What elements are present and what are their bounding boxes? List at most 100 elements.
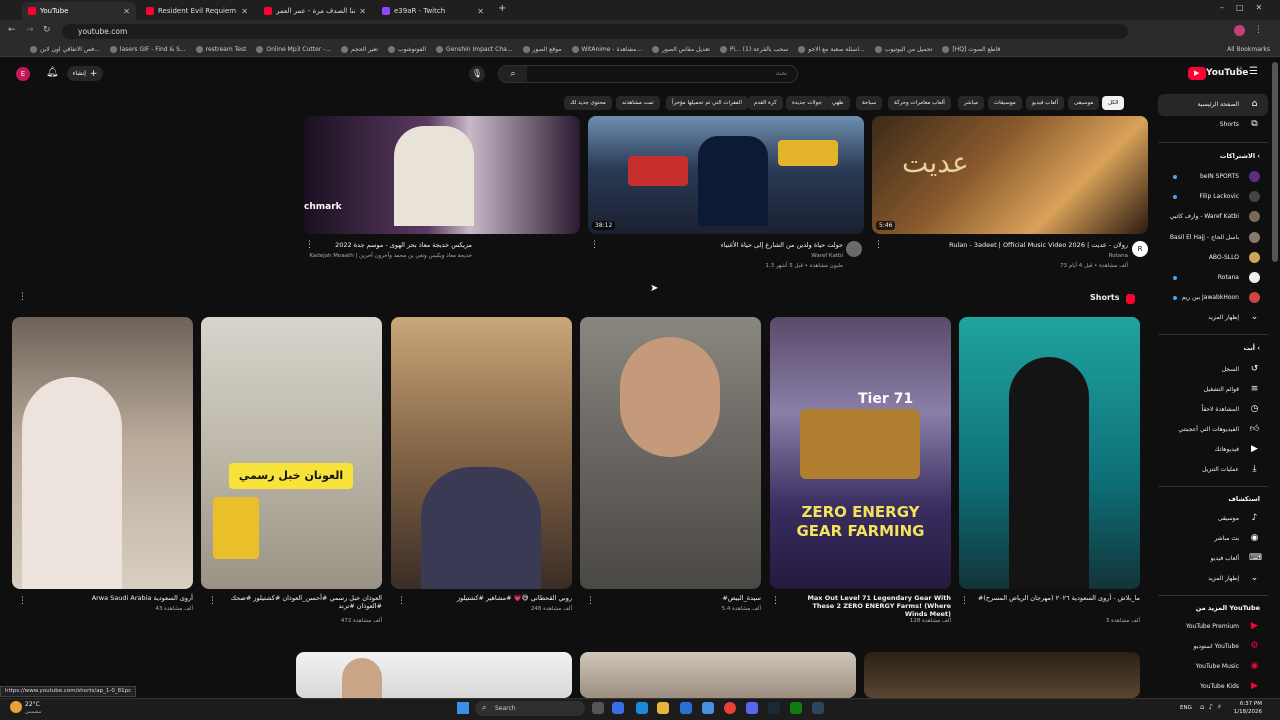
sidebar-item-music[interactable]: موسيقى ♪ bbox=[1218, 513, 1260, 524]
all-bookmarks[interactable]: All Bookmarks bbox=[1227, 46, 1280, 53]
bookmark-item[interactable]: تعديل مقاس الصور bbox=[652, 45, 710, 53]
tab-omar[interactable]: تجمعنا الصدف مرة - عمر العمر✕ bbox=[258, 2, 372, 20]
sidebar-item-playlists[interactable]: قوائم التشغيل ≡ bbox=[1204, 384, 1260, 395]
chip[interactable]: الفقرات التي تم تحميلها مؤخراً bbox=[666, 96, 748, 110]
copilot-icon[interactable] bbox=[612, 702, 624, 714]
chip[interactable]: جولات جديدة bbox=[786, 96, 828, 110]
sidebar-item-gaming[interactable]: ألعاب فيديو ⌨ bbox=[1211, 553, 1262, 564]
shorts-more-icon[interactable]: ⋮ bbox=[18, 292, 27, 302]
short-thumbnail[interactable]: Tier 71 ZERO ENERGY GEAR FARMING bbox=[770, 317, 951, 589]
task-view-icon[interactable] bbox=[592, 702, 604, 714]
bookmark-item[interactable]: Online Mp3 Cutter -... bbox=[256, 45, 331, 53]
window-controls[interactable]: –□✕ bbox=[1220, 3, 1274, 12]
chip[interactable]: طهي bbox=[826, 96, 850, 110]
bookmark-item[interactable]: موقع الصور bbox=[522, 45, 562, 53]
voice-search-icon[interactable]: 🎙︎ bbox=[469, 66, 485, 82]
sidebar-item-shorts[interactable]: Shorts ⧉ bbox=[1220, 119, 1260, 130]
sidebar-sub-item[interactable]: وارف كاتبي - Waref Katbi bbox=[1170, 211, 1260, 222]
short-title[interactable]: روبي القحطاني 😅💗 #مشاهير #كشتيلوز bbox=[457, 594, 572, 602]
profile-avatar[interactable] bbox=[1234, 25, 1245, 36]
clock-time[interactable]: 6:37 PM bbox=[1232, 701, 1262, 707]
sidebar-sub-item[interactable]: Filip Lackovic bbox=[1200, 191, 1260, 202]
back-icon[interactable]: ← bbox=[8, 25, 16, 35]
short-title[interactable]: Arwa Saudi Arabia أروى السعودية bbox=[92, 594, 193, 602]
you-heading[interactable]: أنت ‹ bbox=[1243, 344, 1260, 352]
search-box[interactable]: ⌕ بحث bbox=[498, 65, 798, 83]
account-avatar[interactable]: E bbox=[16, 67, 30, 81]
more-options-icon[interactable]: ⋮ bbox=[771, 596, 780, 606]
taskbar-search[interactable]: ⌕ Search bbox=[475, 701, 585, 716]
video-title[interactable]: Rulan - 3adeet | Official Music Video 20… bbox=[949, 241, 1128, 249]
close-tab-icon[interactable]: ✕ bbox=[477, 7, 484, 16]
sidebar-item-studio[interactable]: استوديو YouTube ⚙ bbox=[1194, 641, 1260, 652]
more-options-icon[interactable]: ⋮ bbox=[874, 240, 883, 250]
app-icon[interactable] bbox=[702, 702, 714, 714]
tab-twitch[interactable]: e39aR - Twitch ✕ bbox=[376, 2, 490, 20]
sidebar-item-liked[interactable]: الفيديوهات التي أعجبتني 👍︎ bbox=[1178, 424, 1260, 435]
search-input[interactable]: بحث bbox=[776, 70, 787, 77]
channel-avatar[interactable] bbox=[846, 241, 862, 257]
short-thumbnail[interactable] bbox=[959, 317, 1140, 589]
short-title[interactable]: العوذان خبل رسمي #أحسن_العوذان #كشتيلوز … bbox=[222, 594, 382, 610]
youtube-logo-icon[interactable]: ▶ bbox=[1188, 67, 1206, 80]
store-icon[interactable] bbox=[680, 702, 692, 714]
more-options-icon[interactable]: ⋮ bbox=[305, 240, 314, 250]
sidebar-explore-more[interactable]: إظهار المزيد ⌄ bbox=[1208, 573, 1260, 584]
chip[interactable]: كرة القدم bbox=[748, 96, 783, 110]
file-explorer-icon[interactable] bbox=[657, 702, 669, 714]
short-thumbnail[interactable] bbox=[391, 317, 572, 589]
chip[interactable]: موسيقى bbox=[1068, 96, 1100, 110]
tab-youtube[interactable]: YouTube ✕ bbox=[22, 2, 136, 20]
chip[interactable]: سباحة bbox=[856, 96, 883, 110]
new-tab-button[interactable]: + bbox=[498, 3, 506, 14]
more-options-icon[interactable]: ⋮ bbox=[960, 596, 969, 606]
create-button[interactable]: إنشاء + bbox=[67, 66, 103, 81]
more-options-icon[interactable]: ⋮ bbox=[586, 596, 595, 606]
close-tab-icon[interactable]: ✕ bbox=[359, 7, 366, 16]
subscriptions-heading[interactable]: الاشتراكات ‹ bbox=[1220, 152, 1260, 160]
discord-icon[interactable] bbox=[746, 702, 758, 714]
channel-name[interactable]: Rotana bbox=[1109, 253, 1128, 259]
steam-icon[interactable] bbox=[768, 702, 780, 714]
short-thumbnail[interactable]: العونان خبل رسمي bbox=[201, 317, 382, 589]
hamburger-menu-icon[interactable]: ☰ bbox=[1249, 66, 1258, 77]
sidebar-sub-item[interactable]: beIN SPORTS bbox=[1200, 171, 1260, 182]
bookmark-item[interactable]: اسئلة صعبة مع الاجو... bbox=[798, 45, 865, 53]
sidebar-sub-item[interactable]: Rotana bbox=[1218, 272, 1260, 283]
search-icon[interactable]: ⌕ bbox=[499, 66, 527, 82]
short-thumbnail[interactable] bbox=[580, 317, 761, 589]
app-icon[interactable] bbox=[812, 702, 824, 714]
video-thumbnail[interactable] bbox=[864, 652, 1140, 698]
clock-date[interactable]: 1/18/2026 bbox=[1232, 709, 1262, 715]
video-thumbnail[interactable] bbox=[296, 652, 572, 698]
windows-start-icon[interactable] bbox=[457, 702, 469, 714]
short-title[interactable]: Max Out Level 71 Legendary Gear With The… bbox=[789, 594, 951, 618]
sidebar-show-more[interactable]: إظهار المزيد ⌄ bbox=[1208, 312, 1260, 323]
edge-icon[interactable] bbox=[636, 702, 648, 714]
more-options-icon[interactable]: ⋮ bbox=[590, 240, 599, 250]
sidebar-item-watch-later[interactable]: المشاهدة لاحقاً ◷ bbox=[1201, 404, 1260, 415]
close-tab-icon[interactable]: ✕ bbox=[241, 7, 248, 16]
more-options-icon[interactable]: ⋮ bbox=[208, 596, 217, 606]
sidebar-item-downloads[interactable]: عمليات التنزيل ⤓ bbox=[1202, 464, 1260, 475]
bookmark-item[interactable]: restream Test bbox=[195, 45, 246, 53]
channel-name[interactable]: Kadejah Moaath | خديجة معاذ ويكيس ونغي ب… bbox=[309, 253, 472, 259]
more-options-icon[interactable]: ⋮ bbox=[18, 596, 27, 606]
weather-icon[interactable] bbox=[10, 701, 22, 713]
bookmark-item[interactable]: lasers GIF - Find & S... bbox=[109, 45, 186, 53]
chip[interactable]: ألعاب فيديو bbox=[1026, 96, 1065, 110]
scrollbar-thumb[interactable] bbox=[1272, 62, 1278, 262]
chip[interactable]: مباشر bbox=[958, 96, 984, 110]
sidebar-sub-item[interactable]: بين ريم JawabkHoon bbox=[1182, 292, 1260, 303]
video-thumbnail[interactable]: عديت 5:46 bbox=[872, 116, 1148, 234]
sidebar-sub-item[interactable]: ABO-SLLO bbox=[1209, 252, 1260, 263]
sidebar-item-live[interactable]: بث مباشر ◉ bbox=[1214, 533, 1260, 544]
reload-icon[interactable]: ↻ bbox=[43, 25, 51, 35]
bookmark-item[interactable]: Genshin Impact Cha... bbox=[436, 45, 513, 53]
video-thumbnail[interactable]: chmark bbox=[304, 116, 580, 234]
channel-name[interactable]: Waref Katbi bbox=[811, 253, 843, 259]
sidebar-item-music-app[interactable]: YouTube Music ◉ bbox=[1196, 661, 1260, 672]
bookmark-item[interactable]: [HQ] قاطع الصوت bbox=[942, 45, 1000, 53]
chip[interactable]: تمت مشاهدته bbox=[616, 96, 660, 110]
short-title[interactable]: #ما_بلاش - أروى السعودية ٢٠٢٦ (مهرجان ال… bbox=[978, 594, 1140, 602]
